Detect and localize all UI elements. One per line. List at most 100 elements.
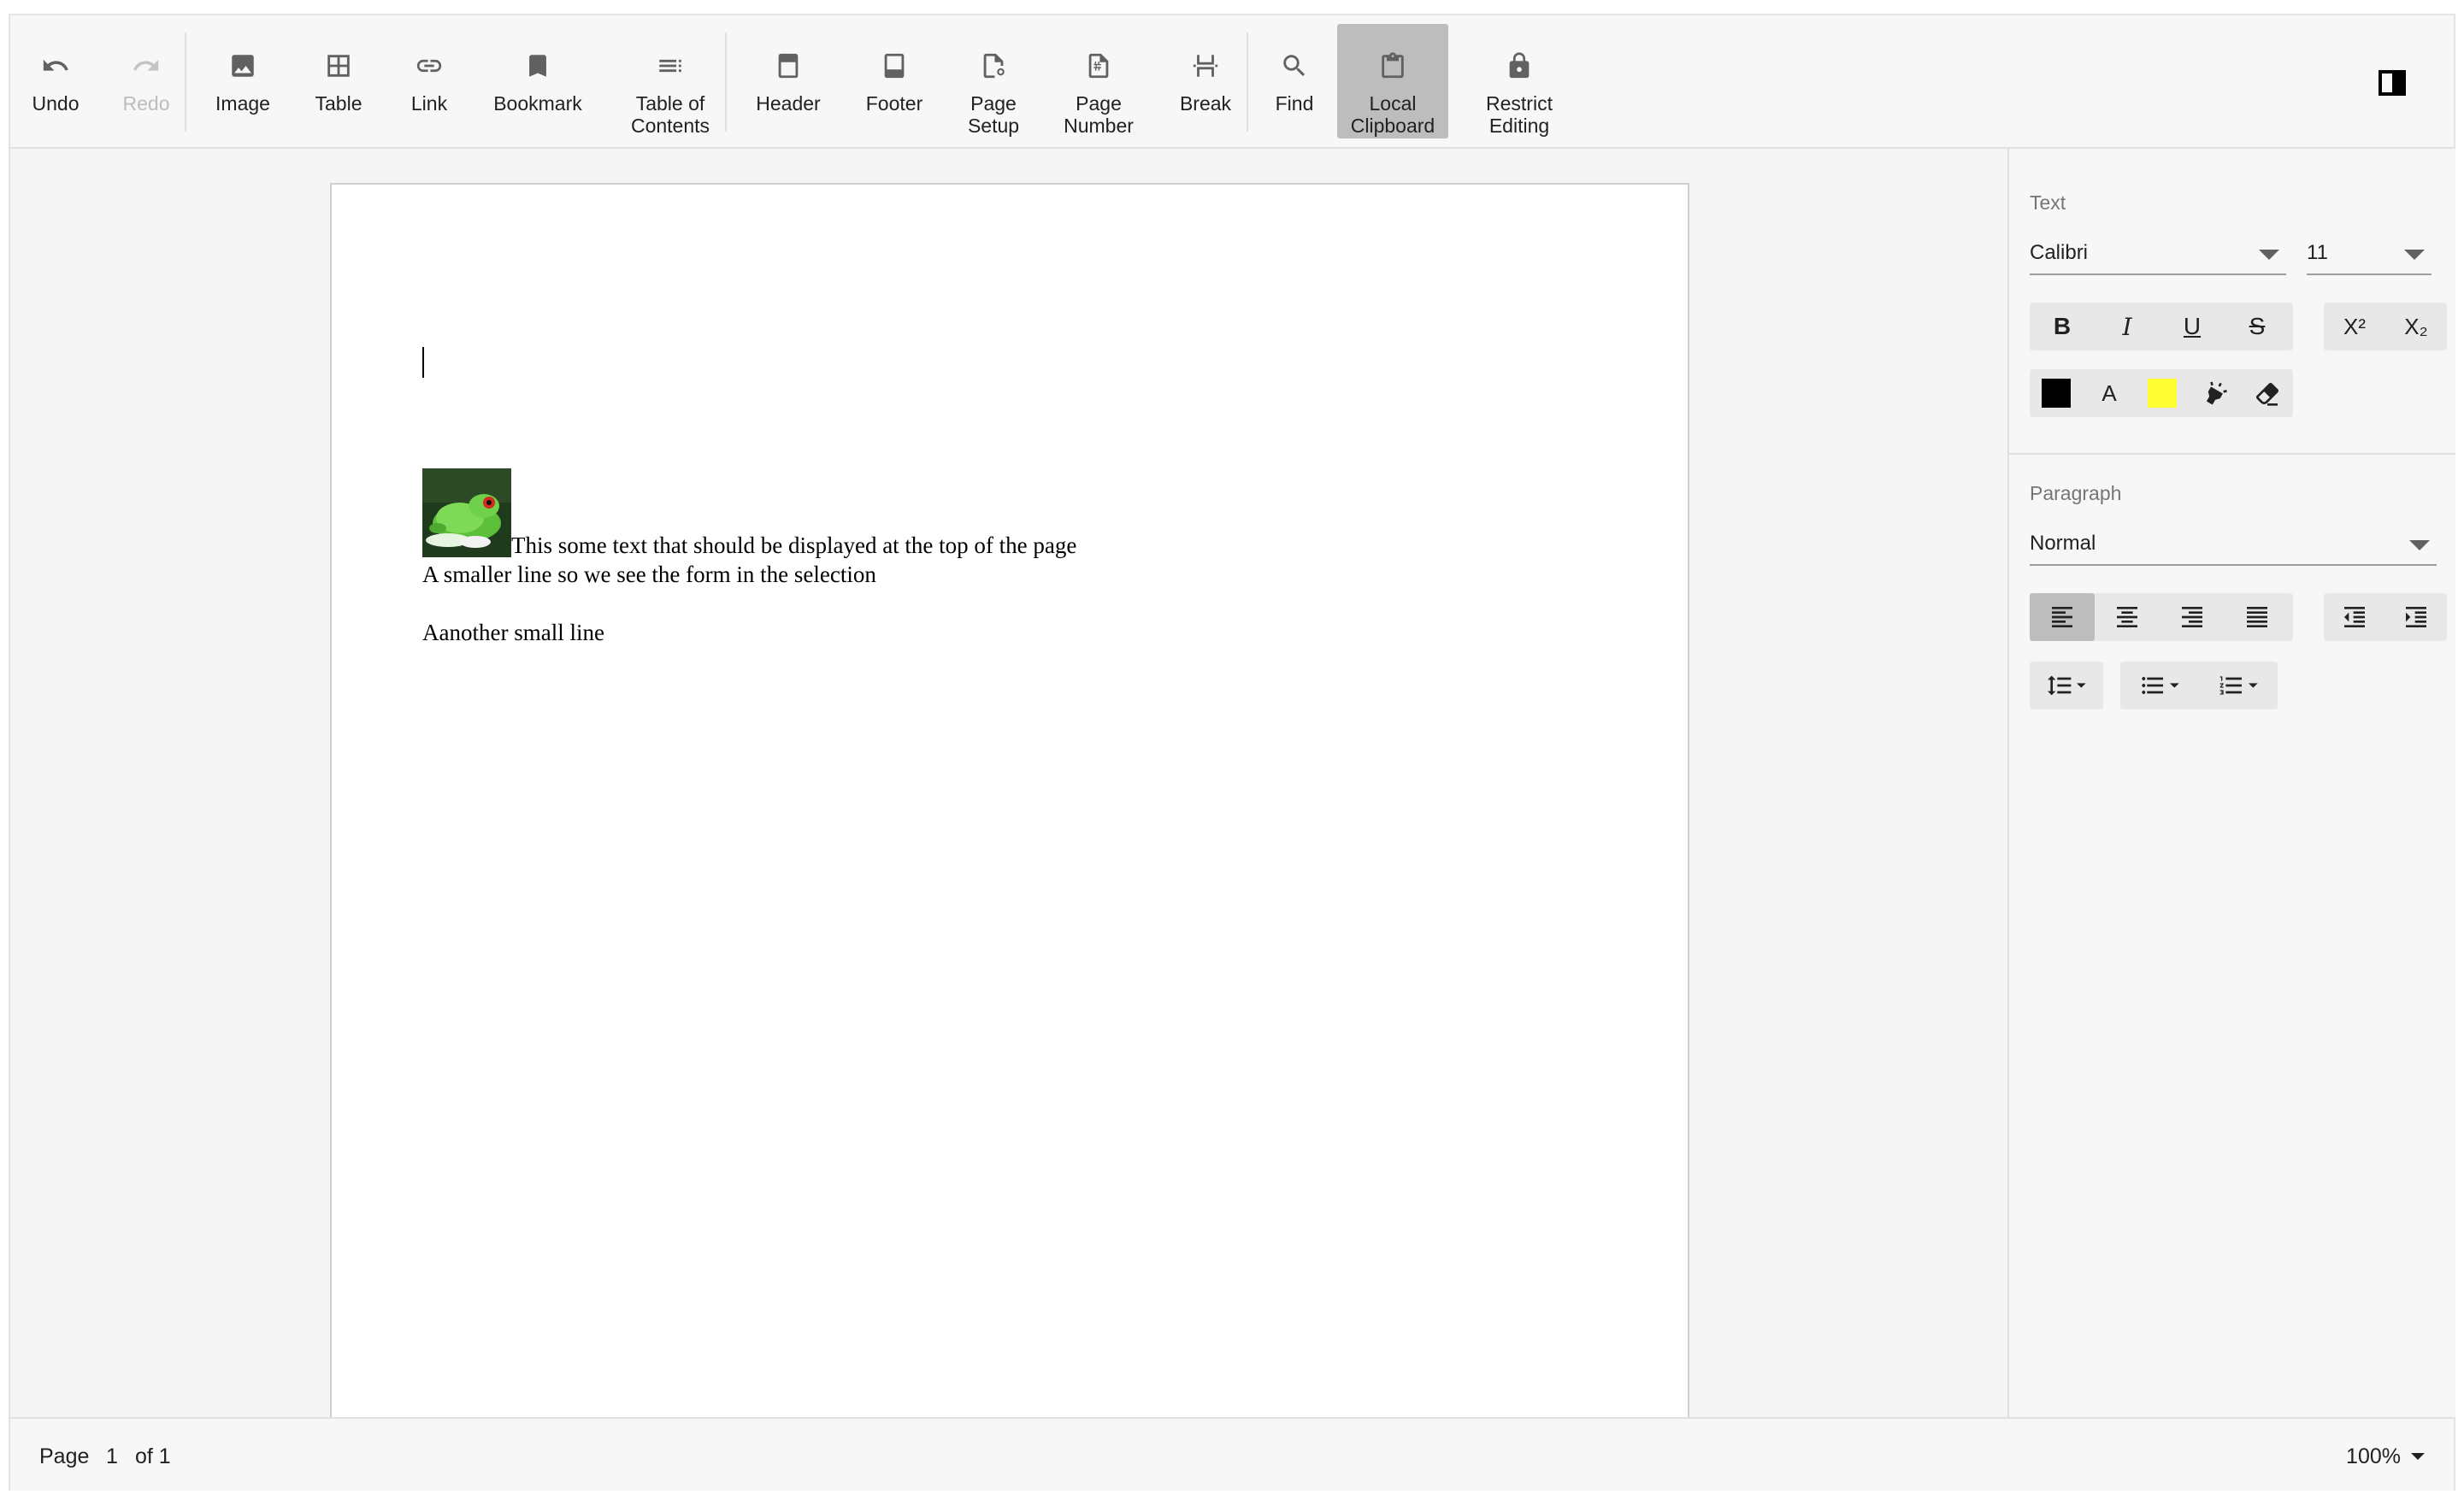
page-label: Page bbox=[39, 1444, 90, 1468]
bullet-list-icon bbox=[2142, 677, 2179, 694]
indent-icon bbox=[2406, 607, 2426, 627]
break-button[interactable]: Break bbox=[1163, 24, 1248, 138]
highlight-color-swatch bbox=[2148, 379, 2177, 408]
align-right-button[interactable] bbox=[2160, 593, 2225, 641]
text-cursor bbox=[422, 347, 424, 378]
page-setup-icon bbox=[979, 51, 1008, 80]
header-label: Header bbox=[756, 92, 821, 115]
find-label: Find bbox=[1275, 92, 1314, 115]
increase-indent-button[interactable] bbox=[2385, 593, 2447, 641]
align-left-icon bbox=[2052, 607, 2072, 627]
font-color-picker[interactable]: A bbox=[2083, 369, 2136, 417]
search-icon bbox=[1280, 51, 1309, 80]
font-color-button[interactable] bbox=[2030, 369, 2083, 417]
document-text-line[interactable]: This some text that should be displayed … bbox=[511, 532, 1076, 559]
highlighter-icon bbox=[2206, 381, 2227, 405]
numbered-list-button[interactable] bbox=[2199, 662, 2278, 709]
undo-icon bbox=[41, 51, 70, 80]
page-setup-button[interactable]: Page Setup bbox=[951, 24, 1036, 138]
chevron-down-icon[interactable] bbox=[2411, 1453, 2425, 1460]
chevron-down-icon bbox=[2404, 250, 2425, 260]
italic-button[interactable]: I bbox=[2095, 303, 2160, 350]
text-section-title: Text bbox=[2030, 191, 2066, 214]
bookmark-label: Bookmark bbox=[493, 92, 582, 115]
frog-image[interactable] bbox=[422, 468, 511, 557]
undo-button[interactable]: Undo bbox=[17, 24, 94, 138]
status-bar: Page 1 of 1 100% bbox=[10, 1417, 2454, 1491]
clear-format-button[interactable] bbox=[2242, 369, 2293, 417]
pane-divider bbox=[2009, 453, 2455, 455]
font-family-dropdown[interactable]: Calibri bbox=[2030, 236, 2286, 275]
line-spacing-button[interactable] bbox=[2030, 662, 2103, 709]
bullet-list-button[interactable] bbox=[2120, 662, 2199, 709]
find-button[interactable]: Find bbox=[1259, 24, 1330, 138]
local-clipboard-button[interactable]: Local Clipboard bbox=[1337, 24, 1448, 138]
restrict-editing-label: Restrict Editing bbox=[1486, 92, 1553, 137]
insert-link-button[interactable]: Link bbox=[388, 24, 470, 138]
header-button[interactable]: Header bbox=[742, 24, 834, 138]
page-number-label: Page Number bbox=[1064, 92, 1134, 137]
link-label: Link bbox=[410, 92, 448, 115]
document-text-line[interactable]: Aanother small line bbox=[422, 619, 604, 646]
font-color-swatch bbox=[2042, 379, 2071, 408]
font-style-group: B I U S bbox=[2030, 303, 2293, 350]
toolbar: Undo Redo Image Table Link Bookmark Tabl… bbox=[10, 15, 2454, 149]
underline-button[interactable]: U bbox=[2160, 303, 2225, 350]
local-clipboard-label: Local Clipboard bbox=[1350, 92, 1435, 137]
document-editor: Undo Redo Image Table Link Bookmark Tabl… bbox=[9, 14, 2455, 1491]
redo-label: Redo bbox=[122, 92, 170, 115]
redo-icon bbox=[132, 51, 161, 80]
highlight-color-button[interactable] bbox=[2136, 369, 2189, 417]
line-spacing-group bbox=[2030, 662, 2103, 709]
table-icon bbox=[324, 51, 353, 80]
toolbar-separator bbox=[1247, 32, 1248, 132]
properties-pane: Text Calibri 11 B I U S X² X₂ A Paragrap… bbox=[2007, 149, 2455, 1417]
current-page-input[interactable]: 1 bbox=[106, 1444, 118, 1469]
alignment-group bbox=[2030, 593, 2293, 641]
decrease-indent-button[interactable] bbox=[2324, 593, 2385, 641]
list-group bbox=[2120, 662, 2278, 709]
redo-button[interactable]: Redo bbox=[108, 24, 185, 138]
undo-label: Undo bbox=[32, 92, 80, 115]
numbered-list-icon bbox=[2219, 676, 2258, 695]
subscript-button[interactable]: X₂ bbox=[2385, 303, 2447, 350]
properties-pane-toggle[interactable] bbox=[2379, 70, 2406, 96]
table-of-contents-button[interactable]: Table of Contents bbox=[612, 24, 728, 138]
page-number-icon bbox=[1084, 51, 1113, 80]
outdent-icon bbox=[2344, 607, 2365, 627]
superscript-button[interactable]: X² bbox=[2324, 303, 2385, 350]
document-canvas[interactable]: This some text that should be displayed … bbox=[10, 149, 2007, 1417]
insert-table-button[interactable]: Table bbox=[296, 24, 381, 138]
insert-bookmark-button[interactable]: Bookmark bbox=[482, 24, 593, 138]
document-page[interactable]: This some text that should be displayed … bbox=[330, 183, 1689, 1417]
insert-image-button[interactable]: Image bbox=[200, 24, 286, 138]
page-setup-label: Page Setup bbox=[967, 92, 1020, 137]
footer-icon bbox=[880, 51, 909, 80]
lock-icon bbox=[1505, 51, 1534, 80]
bookmark-icon bbox=[523, 51, 552, 80]
table-of-contents-icon bbox=[656, 51, 685, 80]
page-number-button[interactable]: Page Number bbox=[1050, 24, 1147, 138]
table-of-contents-label: Table of Contents bbox=[630, 92, 710, 137]
paragraph-style-dropdown[interactable]: Normal bbox=[2030, 527, 2437, 566]
pane-toggle-icon bbox=[2379, 70, 2406, 96]
align-center-button[interactable] bbox=[2095, 593, 2160, 641]
justify-button[interactable] bbox=[2225, 593, 2290, 641]
strikethrough-button[interactable]: S bbox=[2225, 303, 2290, 350]
highlight-button[interactable] bbox=[2189, 369, 2242, 417]
restrict-editing-button[interactable]: Restrict Editing bbox=[1464, 24, 1575, 138]
eraser-icon bbox=[2255, 382, 2279, 406]
zoom-dropdown[interactable]: 100% bbox=[2346, 1444, 2401, 1469]
font-size-dropdown[interactable]: 11 bbox=[2307, 236, 2432, 275]
document-text-line[interactable]: A smaller line so we see the form in the… bbox=[422, 561, 876, 588]
align-right-icon bbox=[2182, 607, 2202, 627]
indent-group bbox=[2324, 593, 2447, 641]
image-label: Image bbox=[215, 92, 270, 115]
bold-button[interactable]: B bbox=[2030, 303, 2095, 350]
footer-button[interactable]: Footer bbox=[848, 24, 940, 138]
break-label: Break bbox=[1179, 92, 1232, 115]
toolbar-separator bbox=[185, 32, 186, 132]
align-left-button[interactable] bbox=[2030, 593, 2095, 641]
line-spacing-icon bbox=[2048, 675, 2086, 696]
image-icon bbox=[228, 51, 257, 80]
